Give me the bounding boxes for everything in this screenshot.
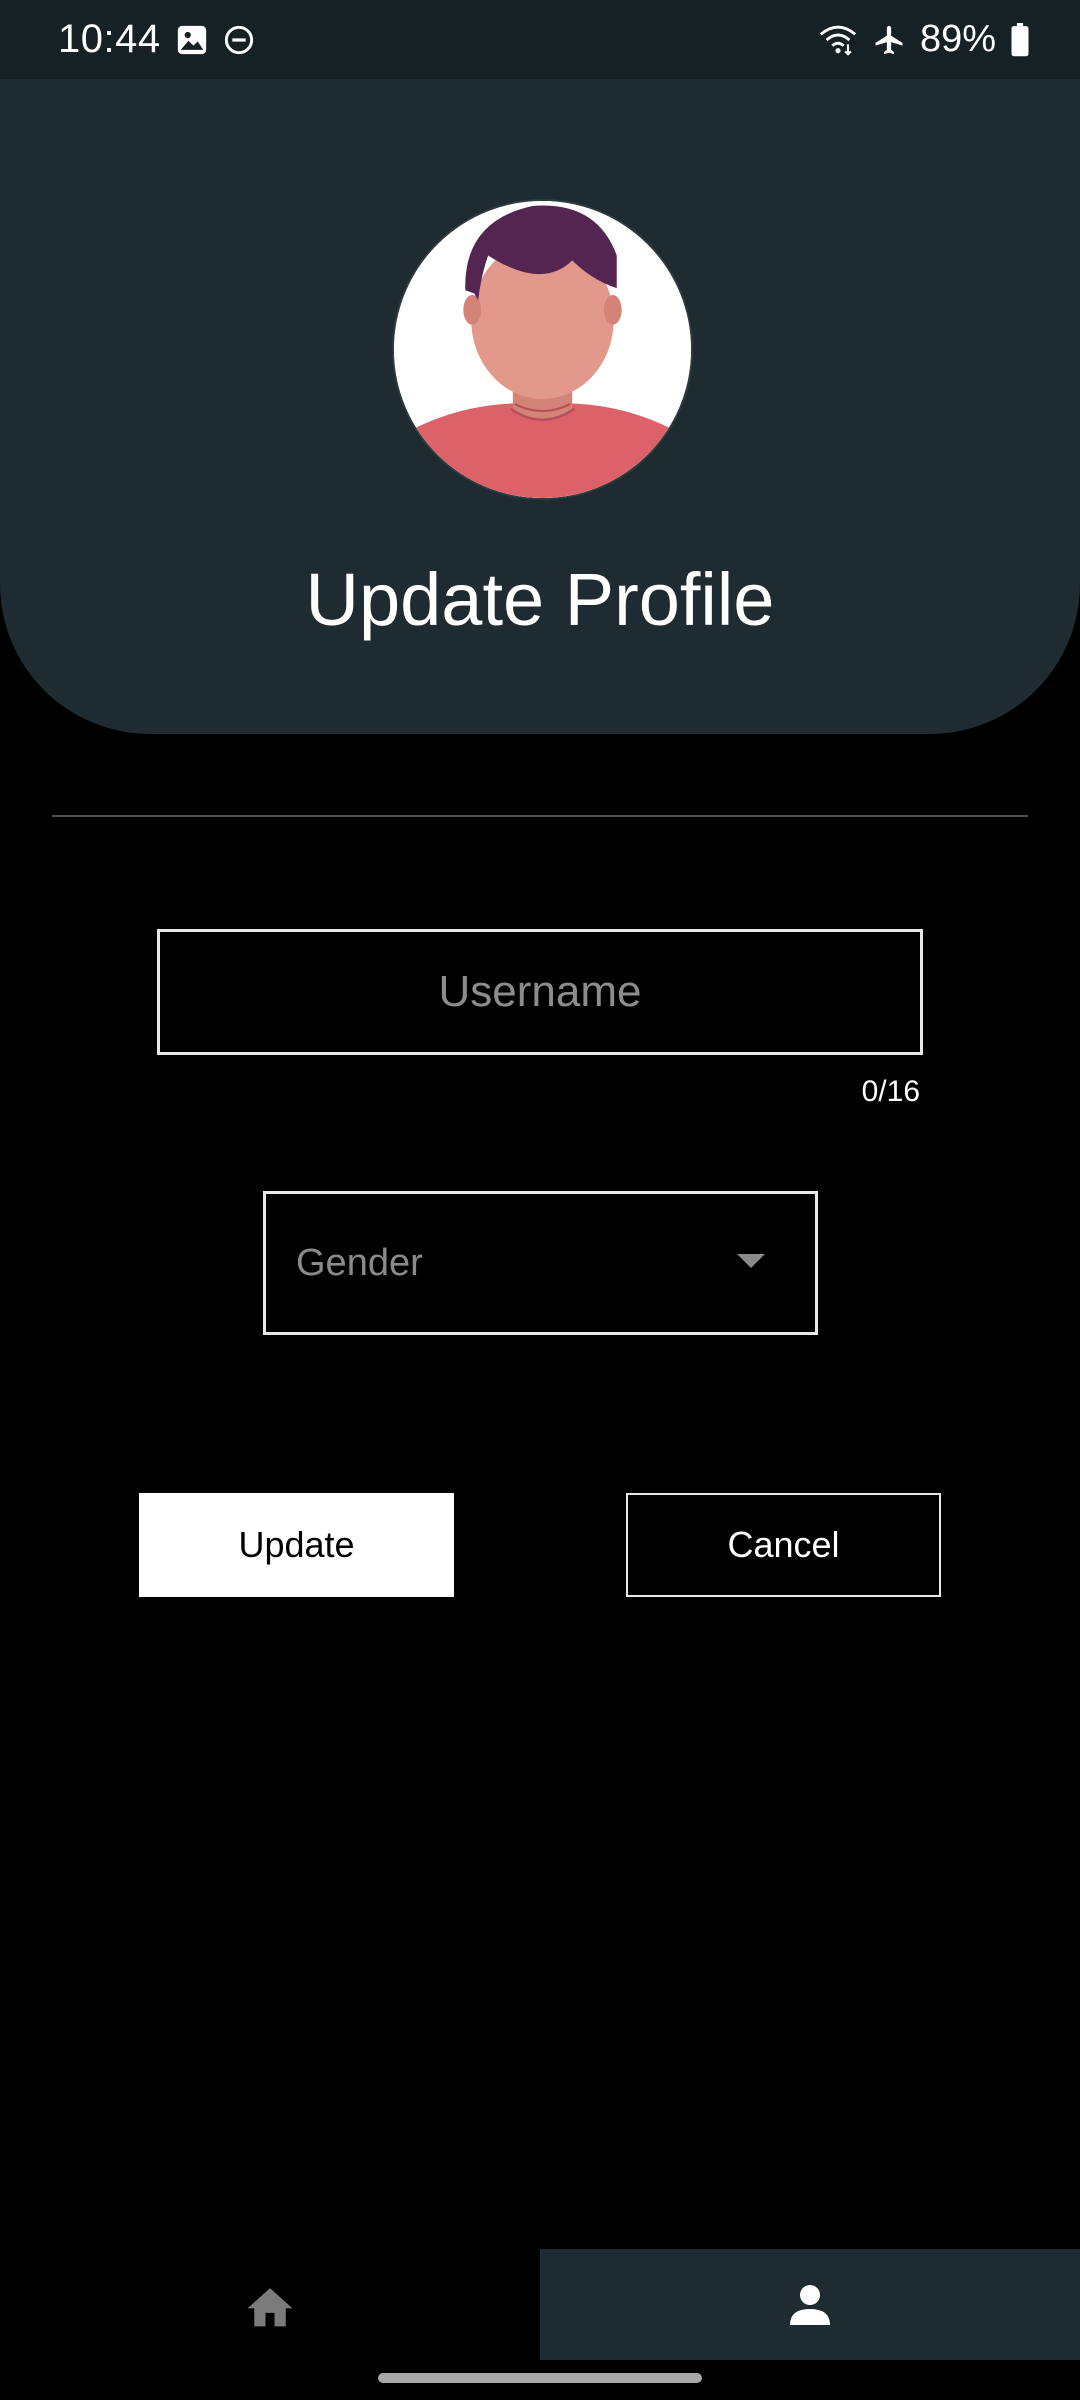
image-icon — [175, 23, 209, 57]
status-right: 89% — [818, 18, 1030, 61]
username-character-counter: 0/16 — [861, 1075, 920, 1108]
username-input[interactable]: Username — [157, 929, 923, 1055]
update-button[interactable]: Update — [139, 1493, 454, 1597]
status-time: 10:44 — [58, 17, 161, 61]
avatar[interactable] — [392, 199, 693, 500]
profile-header: Update Profile — [0, 79, 1080, 734]
bottom-navigation — [0, 2249, 1080, 2360]
gesture-navigation-bar[interactable] — [378, 2373, 702, 2383]
do-not-disturb-icon — [223, 24, 255, 56]
battery-icon — [1010, 22, 1030, 57]
home-icon — [243, 2281, 297, 2329]
username-placeholder: Username — [438, 967, 642, 1016]
status-left: 10:44 — [58, 17, 255, 62]
cancel-button[interactable]: Cancel — [626, 1493, 941, 1597]
person-icon — [786, 2281, 834, 2329]
avatar-illustration — [394, 201, 691, 498]
airplane-icon — [872, 23, 906, 57]
battery-percentage: 89% — [919, 18, 996, 60]
gender-dropdown[interactable]: Gender — [263, 1191, 818, 1335]
chevron-down-icon — [737, 1254, 765, 1270]
wifi-icon — [818, 22, 858, 58]
nav-item-home[interactable] — [0, 2249, 540, 2360]
divider — [52, 815, 1028, 817]
status-bar: 10:44 89% — [0, 0, 1080, 79]
nav-item-profile[interactable] — [540, 2249, 1080, 2360]
page-title: Update Profile — [305, 558, 775, 641]
gender-placeholder: Gender — [296, 1241, 423, 1284]
